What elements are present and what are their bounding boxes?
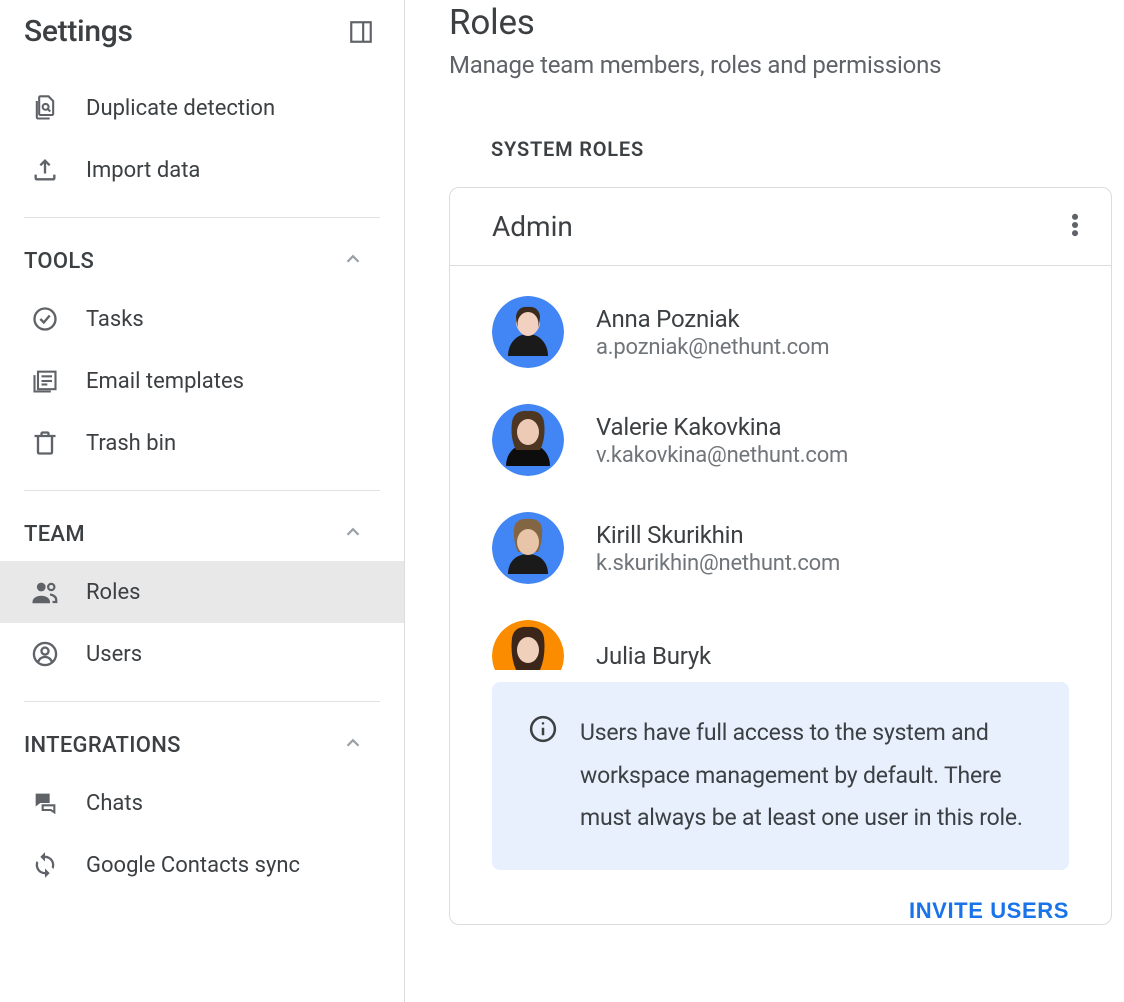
users-list: Anna Pozniak a.pozniak@nethunt.com Valer… bbox=[450, 266, 1111, 692]
chevron-up-icon bbox=[342, 521, 364, 547]
user-name: Anna Pozniak bbox=[596, 305, 1069, 333]
chevron-up-icon bbox=[342, 732, 364, 758]
sidebar-item-label: Trash bin bbox=[86, 431, 176, 456]
sidebar-item-label: Email templates bbox=[86, 369, 244, 394]
sidebar-item-label: Roles bbox=[86, 580, 140, 605]
user-row[interactable]: Anna Pozniak a.pozniak@nethunt.com bbox=[492, 296, 1069, 368]
page-title: Roles bbox=[449, 2, 1124, 43]
role-card-admin: Admin Anna Pozniak a.pozniak@nethunt. bbox=[449, 187, 1112, 925]
sidebar-item-roles[interactable]: Roles bbox=[0, 561, 404, 623]
avatar bbox=[492, 512, 564, 584]
divider bbox=[24, 217, 380, 218]
info-box: Users have full access to the system and… bbox=[492, 682, 1069, 870]
sidebar-item-email-templates[interactable]: Email templates bbox=[0, 350, 404, 412]
more-options-icon[interactable] bbox=[1071, 211, 1079, 243]
sidebar-item-contacts-sync[interactable]: Google Contacts sync bbox=[0, 834, 404, 896]
sidebar-item-label: Users bbox=[86, 642, 142, 667]
user-name: Valerie Kakovkina bbox=[596, 413, 1069, 441]
user-email: k.skurikhin@nethunt.com bbox=[596, 551, 1069, 576]
import-data-icon bbox=[30, 155, 60, 185]
page-subtitle: Manage team members, roles and permissio… bbox=[449, 51, 1124, 79]
role-name: Admin bbox=[492, 210, 573, 243]
section-header-tools[interactable]: TOOLS bbox=[0, 234, 404, 288]
section-header-integrations[interactable]: INTEGRATIONS bbox=[0, 718, 404, 772]
user-name: Kirill Skurikhin bbox=[596, 521, 1069, 549]
section-title: INTEGRATIONS bbox=[24, 733, 181, 758]
user-row[interactable]: Valerie Kakovkina v.kakovkina@nethunt.co… bbox=[492, 404, 1069, 476]
info-text: Users have full access to the system and… bbox=[580, 712, 1039, 840]
user-row[interactable]: Kirill Skurikhin k.skurikhin@nethunt.com bbox=[492, 512, 1069, 584]
avatar bbox=[492, 296, 564, 368]
settings-sidebar: Settings Duplicate detection Import data bbox=[0, 0, 405, 1002]
divider bbox=[24, 490, 380, 491]
section-title: TEAM bbox=[24, 522, 85, 547]
collapse-sidebar-icon[interactable] bbox=[348, 19, 374, 45]
system-roles-label: SYSTEM ROLES bbox=[491, 137, 1124, 161]
sidebar-item-trash-bin[interactable]: Trash bin bbox=[0, 412, 404, 474]
divider bbox=[24, 701, 380, 702]
sidebar-item-chats[interactable]: Chats bbox=[0, 772, 404, 834]
roles-icon bbox=[30, 577, 60, 607]
user-name: Julia Buryk bbox=[596, 642, 1069, 670]
sidebar-item-import-data[interactable]: Import data bbox=[0, 139, 404, 201]
sidebar-item-duplicate-detection[interactable]: Duplicate detection bbox=[0, 77, 404, 139]
main-content: Roles Manage team members, roles and per… bbox=[405, 0, 1124, 1002]
user-info: Valerie Kakovkina v.kakovkina@nethunt.co… bbox=[596, 413, 1069, 468]
sidebar-item-label: Google Contacts sync bbox=[86, 853, 300, 878]
sidebar-item-tasks[interactable]: Tasks bbox=[0, 288, 404, 350]
user-email: v.kakovkina@nethunt.com bbox=[596, 443, 1069, 468]
sidebar-item-users[interactable]: Users bbox=[0, 623, 404, 685]
section-title: TOOLS bbox=[24, 249, 94, 274]
sidebar-item-label: Tasks bbox=[86, 307, 144, 332]
settings-title: Settings bbox=[24, 14, 133, 49]
user-info: Kirill Skurikhin k.skurikhin@nethunt.com bbox=[596, 521, 1069, 576]
section-header-team[interactable]: TEAM bbox=[0, 507, 404, 561]
duplicate-detection-icon bbox=[30, 93, 60, 123]
tasks-icon bbox=[30, 304, 60, 334]
chats-icon bbox=[30, 788, 60, 818]
users-icon bbox=[30, 639, 60, 669]
email-templates-icon bbox=[30, 366, 60, 396]
user-email: a.pozniak@nethunt.com bbox=[596, 335, 1069, 360]
invite-row: INVITE USERS bbox=[450, 890, 1111, 924]
invite-users-button[interactable]: INVITE USERS bbox=[909, 898, 1069, 924]
trash-bin-icon bbox=[30, 428, 60, 458]
sidebar-header: Settings bbox=[0, 0, 404, 77]
info-icon bbox=[528, 714, 558, 748]
user-info: Anna Pozniak a.pozniak@nethunt.com bbox=[596, 305, 1069, 360]
sidebar-item-label: Import data bbox=[86, 158, 200, 183]
avatar bbox=[492, 404, 564, 476]
sidebar-item-label: Chats bbox=[86, 791, 143, 816]
sync-icon bbox=[30, 850, 60, 880]
chevron-up-icon bbox=[342, 248, 364, 274]
role-card-header: Admin bbox=[450, 188, 1111, 266]
sidebar-item-label: Duplicate detection bbox=[86, 96, 275, 121]
user-info: Julia Buryk bbox=[596, 642, 1069, 670]
